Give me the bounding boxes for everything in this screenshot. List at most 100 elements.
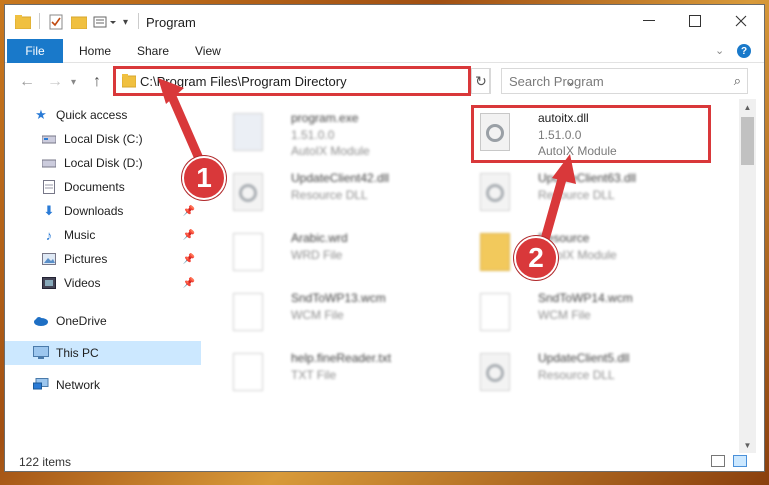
sidebar-item-videos[interactable]: Videos 📌: [5, 271, 201, 295]
sidebar-item-pictures[interactable]: Pictures 📌: [5, 247, 201, 271]
pictures-icon: [41, 251, 57, 267]
explorer-window: ▾ Program File Home Share View ⌄ ? ← → ▾…: [4, 4, 765, 472]
scrollbar-thumb[interactable]: [741, 117, 754, 165]
sidebar-item-music[interactable]: ♪ Music 📌: [5, 223, 201, 247]
file-item-updateclient42[interactable]: UpdateClient42.dll Resource DLL: [221, 167, 461, 223]
new-folder-icon[interactable]: [71, 13, 87, 31]
file-name: UpdateClient42.dll: [291, 171, 390, 185]
help-icon[interactable]: ?: [737, 44, 751, 58]
file-icon: [233, 233, 263, 271]
file-name: Arabic.wrd: [291, 231, 348, 245]
up-button[interactable]: ↑: [93, 73, 101, 91]
file-name: UpdateClient5.dll: [538, 351, 630, 365]
documents-icon: [41, 179, 57, 195]
file-item-program-exe[interactable]: program.exe 1.51.0.0 AutoIX Module: [221, 107, 461, 163]
minimize-button[interactable]: [626, 5, 672, 37]
tab-share[interactable]: Share: [137, 44, 169, 58]
sidebar-item-label: Downloads: [64, 204, 124, 218]
file-item-arabic-wrd[interactable]: Arabic.wrd WRD File: [221, 227, 461, 283]
dll-icon: [480, 353, 510, 391]
callout-one: 1: [182, 156, 226, 200]
callout-two: 2: [514, 236, 558, 280]
minimize-icon: [643, 20, 655, 21]
star-icon: ★: [35, 107, 47, 122]
maximize-icon: [689, 15, 701, 27]
sidebar-item-label: Music: [64, 228, 96, 242]
file-name: help.fineReader.txt: [291, 351, 392, 365]
sidebar-item-this-pc[interactable]: This PC: [5, 341, 201, 365]
expand-ribbon-icon[interactable]: ⌄: [715, 44, 724, 57]
file-type: Resource DLL: [538, 368, 615, 382]
tab-view[interactable]: View: [195, 44, 221, 58]
file-item-updateclient63[interactable]: UpdateClient63.dll Resource DLL: [468, 167, 708, 223]
sidebar-item-label: Network: [56, 378, 101, 392]
sidebar-item-label: Quick access: [56, 108, 128, 122]
status-bar: 122 items: [5, 451, 764, 471]
file-item-resource[interactable]: Resource AutoIX Module: [468, 227, 708, 283]
file-version: 1.51.0.0: [291, 128, 335, 142]
dll-icon: [480, 173, 510, 211]
sidebar-item-label: Local Disk (C:): [64, 132, 143, 146]
divider: [138, 13, 139, 29]
file-type: WRD File: [291, 248, 343, 262]
file-item-updateclient5[interactable]: UpdateClient5.dll Resource DLL: [468, 347, 708, 403]
tab-home[interactable]: Home: [79, 44, 111, 58]
search-placeholder: Search Program: [509, 74, 604, 89]
large-icons-view-icon[interactable]: [733, 455, 747, 467]
back-button[interactable]: ←: [19, 73, 35, 91]
forward-button[interactable]: →: [47, 73, 63, 91]
drive-icon: [41, 131, 57, 147]
refresh-button[interactable]: ↻: [471, 68, 491, 94]
file-type: TXT File: [291, 368, 337, 382]
dll-icon: [233, 173, 263, 211]
close-button[interactable]: [718, 5, 764, 37]
tab-file[interactable]: File: [7, 39, 63, 63]
computer-icon: [33, 345, 49, 361]
folder-icon: [480, 233, 510, 271]
sidebar-item-downloads[interactable]: ⬇ Downloads 📌: [5, 199, 201, 223]
file-item-sndtowp14[interactable]: SndToWP14.wcm WCM File: [468, 287, 708, 343]
file-item-help-txt[interactable]: help.fineReader.txt TXT File: [221, 347, 461, 403]
file-icon: [480, 293, 510, 331]
pin-icon[interactable]: 📌: [183, 278, 195, 289]
chevron-down-icon[interactable]: ▾: [123, 13, 128, 31]
maximize-button[interactable]: [672, 5, 718, 37]
drive-icon: [41, 155, 57, 171]
file-item-sndtowp13[interactable]: SndToWP13.wcm WCM File: [221, 287, 461, 343]
details-view-icon[interactable]: [711, 455, 725, 467]
file-highlight-box: [471, 105, 711, 163]
recent-locations-icon[interactable]: ▾: [71, 77, 76, 88]
customize-toolbar-icon[interactable]: [93, 13, 119, 31]
sidebar-item-network[interactable]: Network: [5, 373, 201, 397]
exe-icon: [233, 113, 263, 151]
title-bar: ▾ Program: [5, 5, 764, 39]
file-name: program.exe: [291, 111, 359, 125]
sidebar-item-label: Pictures: [64, 252, 108, 266]
cloud-icon: [33, 313, 49, 329]
text-file-icon: [233, 353, 263, 391]
window-title: Program: [146, 15, 196, 30]
ribbon-tabs: File Home Share View ⌄ ?: [5, 39, 764, 63]
search-icon: ⌕: [733, 73, 741, 88]
sidebar-item-label: Videos: [64, 276, 101, 290]
download-icon: ⬇: [43, 203, 55, 218]
file-icon: [233, 293, 263, 331]
sidebar-item-onedrive[interactable]: OneDrive: [5, 309, 201, 333]
pin-icon[interactable]: 📌: [183, 206, 195, 217]
scroll-up-icon[interactable]: ▲: [739, 99, 756, 115]
sidebar-item-label: Documents: [64, 180, 125, 194]
file-type: AutoIX Module: [291, 144, 370, 158]
refresh-icon: ↻: [475, 72, 487, 89]
properties-icon[interactable]: [49, 13, 63, 31]
vertical-scrollbar[interactable]: ▲ ▼: [739, 99, 756, 453]
search-box[interactable]: Search Program ⌕: [501, 68, 748, 94]
sidebar-item-label: Local Disk (D:): [64, 156, 143, 170]
pin-icon[interactable]: 📌: [183, 254, 195, 265]
file-type: Resource DLL: [291, 188, 368, 202]
sidebar-item-label: This PC: [56, 346, 99, 360]
pin-icon[interactable]: 📌: [183, 230, 195, 241]
folder-icon: [15, 13, 31, 31]
sidebar-item-label: OneDrive: [56, 314, 107, 328]
divider: [39, 13, 40, 29]
videos-icon: [41, 275, 57, 291]
